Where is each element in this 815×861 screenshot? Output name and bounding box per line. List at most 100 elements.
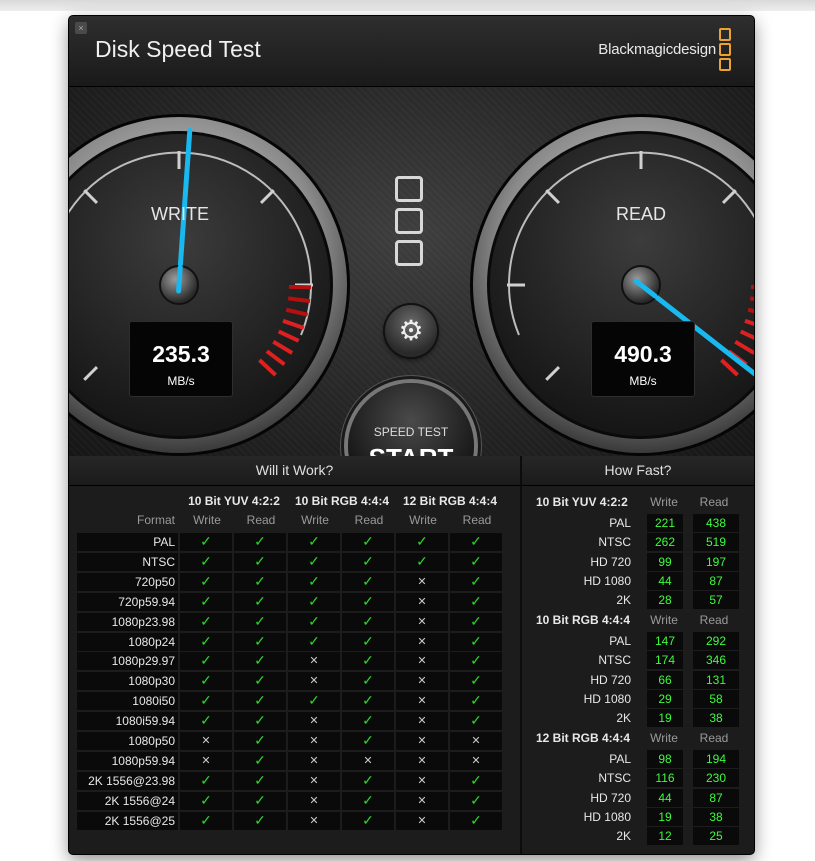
checkmark-icon: ✓ xyxy=(362,552,374,569)
cross-icon: ✕ xyxy=(471,754,481,767)
will-it-work-header: Will it Work? xyxy=(69,456,520,486)
format-name: NTSC xyxy=(142,554,175,569)
read-fps-value: 25 xyxy=(709,829,723,844)
checkmark-icon: ✓ xyxy=(362,533,374,549)
read-fps-value: 346 xyxy=(705,653,727,668)
write-fps-value: 262 xyxy=(654,535,676,550)
how-fast-read-label: Read xyxy=(699,731,729,745)
cross-icon: ✕ xyxy=(417,655,427,668)
write-gauge-redline-tick xyxy=(287,296,311,304)
checkmark-icon: ✓ xyxy=(470,672,482,689)
format-name: 2K 1556@25 xyxy=(104,813,175,828)
format-name: 1080p23.98 xyxy=(111,614,175,629)
checkmark-icon: ✓ xyxy=(362,652,374,669)
cross-icon: ✕ xyxy=(309,655,319,668)
checkmark-icon: ✓ xyxy=(254,672,266,689)
cross-icon: ✕ xyxy=(417,695,427,708)
read-fps-value: 87 xyxy=(709,573,723,588)
checkmark-icon: ✓ xyxy=(470,572,482,589)
checkmark-icon: ✓ xyxy=(200,533,212,549)
read-fps-value: 38 xyxy=(709,809,723,824)
checkmark-icon: ✓ xyxy=(308,592,320,609)
cross-icon: ✕ xyxy=(309,774,319,787)
how-fast-write-label: Write xyxy=(650,495,678,509)
read-fps-value: 57 xyxy=(709,593,723,608)
how-fast-read-label: Read xyxy=(699,495,729,509)
checkmark-icon: ✓ xyxy=(470,692,482,709)
format-name: 2K 1556@23.98 xyxy=(88,773,175,788)
checkmark-icon: ✓ xyxy=(200,612,212,629)
read-gauge-label: READ xyxy=(615,204,666,224)
checkmark-icon: ✓ xyxy=(308,533,320,549)
write-fps-value: 19 xyxy=(658,711,672,726)
checkmark-icon: ✓ xyxy=(362,692,374,709)
cross-icon: ✕ xyxy=(417,814,427,827)
cross-icon: ✕ xyxy=(309,715,319,728)
checkmark-icon: ✓ xyxy=(254,552,266,569)
read-gauge-redline-tick xyxy=(727,349,748,367)
format-name: 720p50 xyxy=(134,574,175,589)
cross-icon: ✕ xyxy=(363,754,373,767)
resolution-name: 2K xyxy=(616,593,631,608)
write-gauge-redline-tick xyxy=(272,339,294,355)
read-fps-value: 197 xyxy=(705,554,727,569)
center-logo-icon xyxy=(395,176,423,272)
write-gauge-bezel xyxy=(69,117,347,453)
checkmark-icon: ✓ xyxy=(200,811,212,828)
results-panel: Will it Work? How Fast? 10 Bit YUV 4:2:2… xyxy=(69,456,754,854)
brand-logo-icon xyxy=(719,28,731,73)
read-fps-value: 131 xyxy=(705,672,727,687)
format-name: 1080p24 xyxy=(128,634,175,649)
cross-icon: ✕ xyxy=(417,754,427,767)
checkmark-icon: ✓ xyxy=(200,692,212,709)
cross-icon: ✕ xyxy=(201,735,211,747)
write-fps-value: 98 xyxy=(658,752,672,766)
checkmark-icon: ✓ xyxy=(362,672,374,689)
checkmark-icon: ✓ xyxy=(254,791,266,808)
checkmark-icon: ✓ xyxy=(308,572,320,589)
format-name: 1080i50 xyxy=(132,694,175,709)
cross-icon: ✕ xyxy=(201,754,211,767)
read-gauge-redline-tick xyxy=(749,296,754,301)
checkmark-icon: ✓ xyxy=(362,592,374,609)
checkmark-icon: ✓ xyxy=(362,811,374,828)
checkmark-icon: ✓ xyxy=(200,632,212,649)
checkmark-icon: ✓ xyxy=(362,632,374,649)
checkmark-icon: ✓ xyxy=(416,552,428,569)
settings-button[interactable]: ⚙ xyxy=(385,305,437,357)
cross-icon: ✕ xyxy=(417,615,427,628)
checkmark-icon: ✓ xyxy=(200,791,212,808)
meters-panel: WRITE 235.3 MB/s READ 490.3 MB/s ⚙ SPEED… xyxy=(69,87,754,509)
app-window: × Disk Speed Test Blackmagicdesign WRITE… xyxy=(69,16,754,854)
checkmark-icon: ✓ xyxy=(362,712,374,729)
checkmark-icon: ✓ xyxy=(254,612,266,629)
close-button[interactable]: × xyxy=(75,22,87,34)
write-fps-value: 147 xyxy=(654,634,676,648)
checkmark-icon: ✓ xyxy=(308,552,320,569)
cross-icon: ✕ xyxy=(309,675,319,688)
write-gauge-tick xyxy=(259,189,275,205)
write-speed-value: 235.3 xyxy=(152,341,210,367)
read-gauge-redline-tick xyxy=(720,358,739,377)
read-gauge-redline-tick xyxy=(734,339,754,355)
cross-icon: ✕ xyxy=(309,735,319,747)
write-gauge-redline-tick xyxy=(285,307,309,317)
cross-icon: ✕ xyxy=(471,735,481,747)
cross-icon: ✕ xyxy=(309,814,319,827)
write-gauge-redline-tick xyxy=(265,349,286,367)
capability-column-label: Write xyxy=(409,513,437,527)
resolution-name: 2K xyxy=(616,829,631,844)
checkmark-icon: ✓ xyxy=(470,652,482,669)
how-fast-section-title: 12 Bit RGB 4:4:4 xyxy=(536,731,631,745)
cross-icon: ✕ xyxy=(417,675,427,688)
cross-icon: ✕ xyxy=(417,715,427,728)
write-fps-value: 44 xyxy=(658,790,672,805)
checkmark-icon: ✓ xyxy=(200,771,212,788)
how-fast-read-label: Read xyxy=(699,613,729,627)
read-gauge-redline-tick xyxy=(744,318,754,327)
read-gauge xyxy=(470,114,754,456)
how-fast-write-label: Write xyxy=(650,731,678,745)
write-fps-value: 44 xyxy=(658,573,672,588)
format-name: 1080p30 xyxy=(128,674,175,689)
checkmark-icon: ✓ xyxy=(416,533,428,549)
